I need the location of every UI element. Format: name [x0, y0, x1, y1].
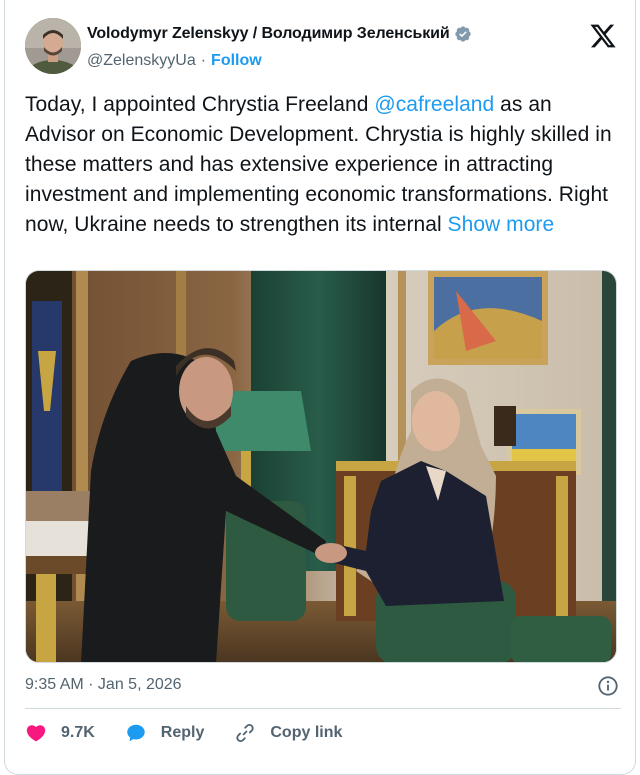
follow-button[interactable]: Follow [211, 52, 262, 70]
photo-illustration [26, 271, 616, 662]
tweet-text: Today, I appointed Chrystia Freeland @ca… [25, 90, 625, 240]
tweet-meta: 9:35 AM · Jan 5, 2026 [25, 676, 621, 698]
tweet-card: Volodymyr Zelenskyy / Володимир Зеленськ… [4, 0, 636, 775]
verified-badge-icon [454, 26, 471, 42]
timestamp[interactable]: 9:35 AM · Jan 5, 2026 [25, 676, 182, 693]
show-more-link[interactable]: Show more [448, 213, 555, 236]
reply-button[interactable]: Reply [125, 722, 205, 744]
copy-link-label: Copy link [270, 724, 343, 741]
reply-label: Reply [160, 724, 205, 741]
avatar[interactable] [25, 18, 81, 74]
author-handle-row: @ZelenskyyUa · Follow [87, 52, 262, 70]
x-logo-icon[interactable] [589, 22, 617, 50]
like-button[interactable]: 9.7K [25, 722, 95, 744]
tweet-photo[interactable] [25, 270, 617, 663]
tweet-actions: 9.7K Reply Copy link [25, 720, 372, 746]
copy-link-button[interactable]: Copy link [234, 722, 342, 744]
tweet-text-start: Today, I appointed Chrystia Freeland [25, 93, 375, 116]
author-name-row: Volodymyr Zelenskyy / Володимир Зеленськ… [87, 25, 472, 43]
link-icon [236, 723, 255, 743]
mention-link[interactable]: @cafreeland [374, 93, 494, 116]
author-handle[interactable]: @ZelenskyyUa [87, 52, 196, 70]
like-count: 9.7K [61, 724, 95, 741]
reply-icon [127, 724, 145, 742]
heart-icon [26, 725, 46, 742]
author-display-name[interactable]: Volodymyr Zelenskyy / Володимир Зеленськ… [87, 25, 450, 43]
separator-dot: · [200, 52, 207, 69]
info-icon[interactable] [597, 675, 619, 697]
divider [25, 708, 621, 709]
